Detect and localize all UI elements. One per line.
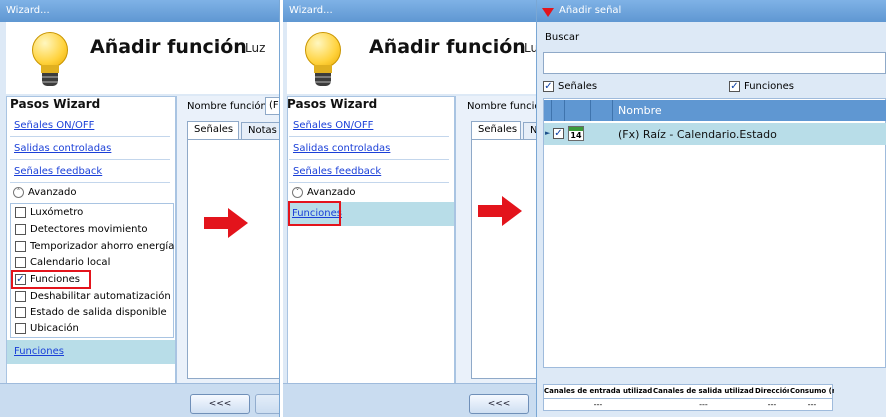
tab-content [471,139,536,379]
filter-signals[interactable]: ✓ Señales [543,81,597,92]
light-bulb-icon [303,32,343,88]
page-title: Añadir función [369,36,526,58]
summary-value: --- [807,400,817,409]
arrow-right-icon [478,196,522,226]
summary-value: --- [767,400,777,409]
divider [289,136,449,137]
arrow-right-icon [204,208,248,238]
page-subtitle: Lu [524,41,537,55]
window-title: Wizard... [283,0,536,22]
page-title: Añadir función [90,36,247,58]
window-title: Añadir señal [559,5,622,16]
search-label: Buscar [545,32,580,43]
option-label: Deshabilitar automatización [30,291,171,302]
summary-value: --- [699,400,708,409]
divider [10,136,170,137]
filter-label: Funciones [744,81,794,92]
tab-senales[interactable]: Señales [471,121,521,139]
advanced-toggle[interactable]: ˅ Avanzado [292,187,355,198]
tab-content [187,139,279,379]
back-button[interactable]: <<< [190,394,250,414]
checkbox[interactable] [15,207,26,218]
divider [289,159,449,160]
search-input[interactable] [543,52,886,74]
advanced-toggle[interactable]: ˄ Avanzado [13,187,76,198]
advanced-label: Avanzado [307,187,356,198]
filter-functions[interactable]: ✓ Funciones [729,81,794,92]
divider [10,182,170,183]
function-name-label: Nombre función: [187,101,271,112]
option-label: Detectores movimiento [30,224,148,235]
window-title: Wizard... [0,0,279,22]
tab-senales[interactable]: Señales [187,121,239,139]
divider [289,182,449,183]
summary-header: Canales de salida utilizados [653,387,754,395]
step-link-feedback[interactable]: Señales feedback [293,166,381,177]
checkbox[interactable] [15,224,26,235]
calendar-icon: 14 [568,126,584,141]
step-link-feedback[interactable]: Señales feedback [14,166,102,177]
option-label: Luxómetro [30,207,84,218]
summary-value: --- [593,400,603,409]
chevron-up-icon: ˄ [13,187,24,198]
page-subtitle: Luz [245,41,266,55]
advanced-label: Avanzado [28,187,77,198]
option-estado-salida[interactable]: Estado de salida disponible [15,307,167,318]
row-name: (Fx) Raíz - Calendario.Estado [618,128,777,141]
option-label: Calendario local [30,257,111,268]
checkbox-checked[interactable]: ✓ [543,81,554,92]
step-link-funciones[interactable]: Funciones [14,346,64,357]
checkbox[interactable] [15,323,26,334]
window-title-bar: Añadir señal [537,0,886,22]
grid-header: Nombre [544,100,886,121]
add-signal-window: Añadir señal Buscar ✓ Señales ✓ Funcione… [537,0,886,417]
step-link-onoff[interactable]: Señales ON/OFF [14,120,94,131]
annotation-highlight [11,270,91,289]
column-name[interactable]: Nombre [618,104,662,117]
option-temporizador[interactable]: Temporizador ahorro energía [15,241,174,252]
red-triangle-icon [542,8,554,17]
summary-header: Canales de entrada utilizados [544,387,652,395]
checkbox[interactable] [15,307,26,318]
divider [10,159,170,160]
steps-title: Pasos Wizard [10,97,101,111]
annotation-highlight [288,201,341,226]
function-name-label: Nombre función [467,101,536,112]
expand-arrow-icon[interactable]: ► [545,129,550,137]
checkbox[interactable] [15,257,26,268]
option-ubicacion[interactable]: Ubicación [15,323,79,334]
tab-notas[interactable]: N [523,122,536,140]
steps-panel [287,96,455,394]
option-deshabilitar[interactable]: Deshabilitar automatización [15,291,171,302]
option-label: Estado de salida disponible [30,307,167,318]
checkbox[interactable] [15,291,26,302]
summary-header: Consumo (mA) [790,387,834,395]
chevron-down-icon: ˅ [292,187,303,198]
tab-notas[interactable]: Notas [241,122,279,140]
row-checkbox[interactable]: ✓ [553,128,564,139]
option-calendario[interactable]: Calendario local [15,257,110,268]
back-button[interactable]: <<< [469,394,529,414]
filter-label: Señales [558,81,598,92]
steps-title: Pasos Wizard [287,97,378,111]
table-row[interactable]: ► ✓ 14 (Fx) Raíz - Calendario.Estado [544,123,886,145]
function-name-input[interactable]: (Fx [265,97,279,115]
summary-header: Dirección [755,387,789,395]
checkbox-checked[interactable]: ✓ [729,81,740,92]
light-bulb-icon [30,32,70,88]
checkbox[interactable] [15,241,26,252]
step-link-outputs[interactable]: Salidas controladas [293,143,390,154]
option-luxometro[interactable]: Luxómetro [15,207,83,218]
step-link-outputs[interactable]: Salidas controladas [14,143,111,154]
next-button[interactable] [255,394,279,414]
summary-table: Canales de entrada utilizados Canales de… [543,384,834,411]
option-label: Ubicación [30,323,79,334]
option-label: Temporizador ahorro energía [30,241,175,252]
step-link-onoff[interactable]: Señales ON/OFF [293,120,373,131]
option-detectores[interactable]: Detectores movimiento [15,224,148,235]
